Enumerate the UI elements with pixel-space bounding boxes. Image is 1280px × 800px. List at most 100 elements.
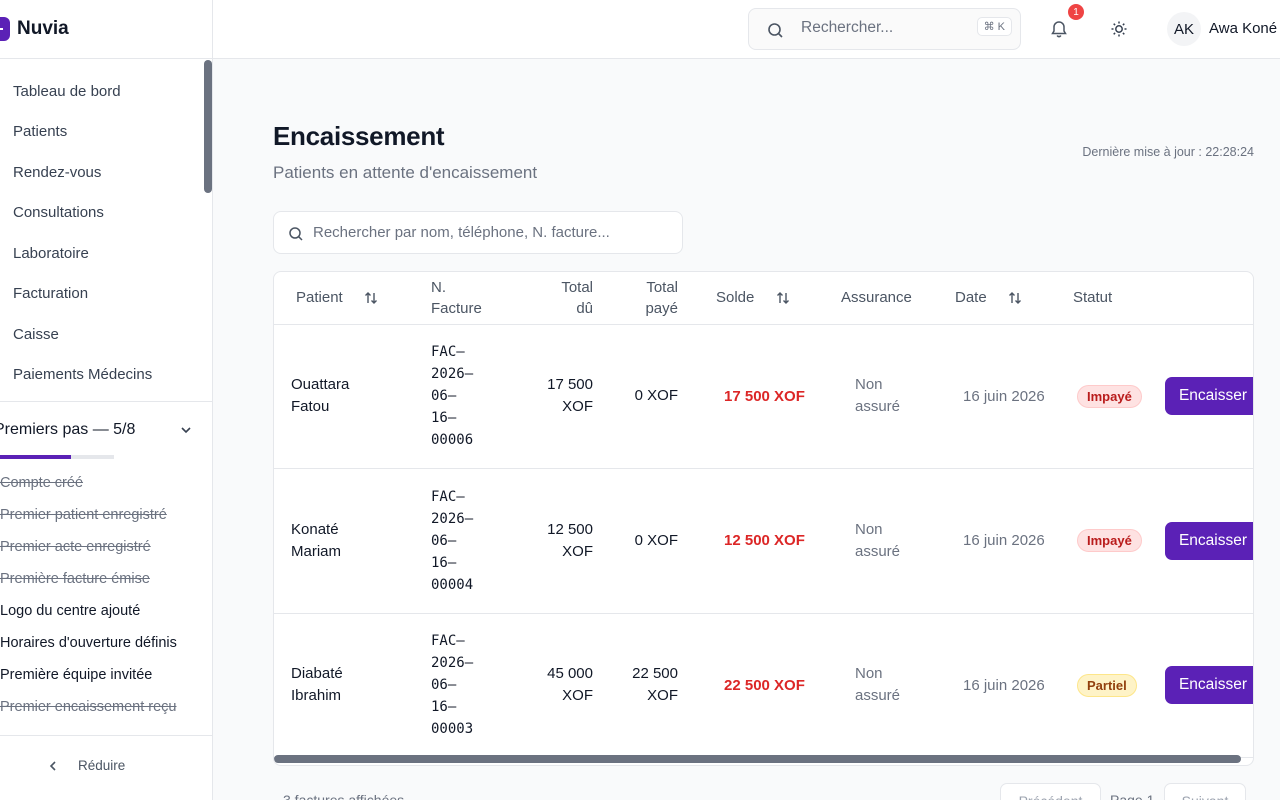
brand-logo-icon bbox=[0, 17, 10, 41]
sidebar-item-caisse[interactable]: Caisse bbox=[0, 314, 212, 355]
invoice-number-part: 00004 bbox=[431, 576, 474, 593]
balance-amount: 22 500 XOF bbox=[724, 676, 805, 694]
header-label: dû bbox=[576, 299, 593, 317]
onboarding-step[interactable]: Premier encaissement reçu bbox=[0, 696, 177, 728]
column-header-date[interactable]: Date bbox=[931, 272, 1053, 325]
bell-icon[interactable] bbox=[1049, 19, 1069, 39]
onboarding-step[interactable]: Horaires d'ouverture définis bbox=[0, 632, 177, 664]
onboarding-step[interactable]: Compte créé bbox=[0, 472, 177, 504]
last-update: Dernière mise à jour : 22:28:24 bbox=[1082, 145, 1254, 159]
sidebar-scrollbar[interactable] bbox=[204, 60, 212, 193]
onboarding-step[interactable]: Logo du centre ajouté bbox=[0, 600, 177, 632]
invoice-search[interactable] bbox=[273, 211, 683, 254]
next-page-button[interactable]: Suivant bbox=[1164, 783, 1246, 800]
search-icon bbox=[768, 23, 783, 38]
encaisser-button[interactable]: Encaisser bbox=[1165, 666, 1253, 705]
onboarding-steps: Compte créé Premier patient enregistré P… bbox=[0, 472, 177, 728]
sidebar-item-paiements-medecins[interactable]: Paiements Médecins bbox=[0, 355, 212, 396]
onboarding-step[interactable]: Première équipe invitée bbox=[0, 664, 177, 696]
cell-total-due: 12 500 XOF bbox=[511, 469, 593, 614]
cell-total-paid: 0 XOF bbox=[593, 469, 678, 614]
column-header-balance[interactable]: Solde bbox=[678, 272, 821, 325]
invoice-search-input[interactable] bbox=[313, 224, 673, 241]
invoice-number-part: 16– bbox=[431, 410, 457, 427]
page-indicator: Page 1 bbox=[1110, 792, 1155, 800]
invoice-number-part: 16– bbox=[431, 699, 457, 716]
cell-balance: 12 500 XOF bbox=[678, 469, 821, 614]
column-header-invoice: N. Facture bbox=[431, 272, 511, 325]
invoice-number-part: FAC– bbox=[431, 344, 465, 361]
total-due-part: 45 000 bbox=[547, 665, 593, 683]
table-header-row: Patient N. Facture Total dû Total payé Sold… bbox=[274, 272, 1253, 325]
cell-invoice: FAC– 2026– 06– 16– 00004 bbox=[431, 469, 511, 614]
invoice-number-part: FAC– bbox=[431, 488, 465, 505]
header-label: payé bbox=[645, 299, 678, 317]
column-header-actions bbox=[1153, 272, 1253, 325]
search-shortcut: ⌘ K bbox=[976, 17, 1012, 36]
onboarding-step[interactable]: Premier acte enregistré bbox=[0, 536, 177, 568]
insurance-part: Non bbox=[855, 520, 883, 538]
invoice-number-part: 00006 bbox=[431, 432, 474, 449]
collapse-label: Réduire bbox=[78, 758, 126, 773]
user-name[interactable]: Awa Koné bbox=[1209, 20, 1277, 37]
onboarding-step[interactable]: Premier patient enregistré bbox=[0, 504, 177, 536]
sidebar-item-rendez-vous[interactable]: Rendez-vous bbox=[0, 152, 212, 193]
topbar: ⌘ K 1 AK Awa Koné bbox=[213, 0, 1280, 59]
cell-date: 16 juin 2026 bbox=[963, 387, 1045, 405]
cell-total-paid: 22 500 XOF bbox=[593, 613, 678, 758]
cell-actions: Encaisser bbox=[1153, 613, 1253, 758]
cell-status: Impayé bbox=[1053, 469, 1153, 614]
sort-icon[interactable] bbox=[775, 290, 791, 306]
chevron-down-icon[interactable] bbox=[178, 422, 194, 438]
sun-icon[interactable] bbox=[1109, 19, 1129, 39]
sort-icon[interactable] bbox=[363, 290, 379, 306]
sort-icon[interactable] bbox=[1007, 290, 1023, 306]
column-header-status: Statut bbox=[1053, 272, 1153, 325]
table-row: Diabaté Ibrahim FAC– 2026– 06– 16– 00003 45 000… bbox=[274, 613, 1253, 758]
global-search[interactable]: ⌘ K bbox=[748, 8, 1021, 50]
invoice-number-part: FAC– bbox=[431, 633, 465, 650]
patient-last-name: Diabaté bbox=[291, 665, 343, 683]
cell-total-due: 45 000 XOF bbox=[511, 613, 593, 758]
global-search-input[interactable] bbox=[801, 19, 951, 37]
total-due-part: XOF bbox=[562, 542, 593, 560]
previous-page-button[interactable]: Précédent bbox=[1000, 783, 1101, 800]
collapse-sidebar-button[interactable]: Réduire bbox=[46, 758, 125, 773]
sidebar-divider bbox=[0, 401, 212, 402]
insurance-part: Non bbox=[855, 665, 883, 683]
invoice-number-part: 06– bbox=[431, 388, 457, 405]
brand[interactable]: Nuvia bbox=[0, 0, 212, 59]
cell-status: Impayé bbox=[1053, 324, 1153, 469]
sidebar-item-facturation[interactable]: Facturation bbox=[0, 274, 212, 315]
sidebar-item-patients[interactable]: Patients bbox=[0, 112, 212, 153]
avatar[interactable]: AK bbox=[1167, 12, 1201, 46]
header-label: N. bbox=[431, 278, 446, 296]
onboarding-title[interactable]: Premiers pas — 5/8 bbox=[0, 421, 135, 439]
page-subtitle: Patients en attente d'encaissement bbox=[273, 163, 538, 182]
onboarding-step[interactable]: Première facture émise bbox=[0, 568, 177, 600]
cell-invoice: FAC– 2026– 06– 16– 00006 bbox=[431, 324, 511, 469]
cell-balance: 17 500 XOF bbox=[678, 324, 821, 469]
table-horizontal-scrollbar[interactable] bbox=[274, 755, 1241, 763]
onboarding-progress-fill bbox=[0, 455, 72, 459]
sidebar-item-tableau-de-bord[interactable]: Tableau de bord bbox=[0, 71, 212, 112]
column-header-total-paid: Total payé bbox=[593, 272, 678, 325]
insurance-part: assuré bbox=[855, 398, 901, 416]
total-due-part: 12 500 bbox=[547, 520, 593, 538]
encaisser-button[interactable]: Encaisser bbox=[1165, 521, 1253, 560]
cell-insurance: Non assuré bbox=[821, 324, 931, 469]
column-header-patient[interactable]: Patient bbox=[274, 272, 431, 325]
cell-insurance: Non assuré bbox=[821, 613, 931, 758]
column-header-insurance: Assurance bbox=[821, 272, 931, 325]
patient-last-name: Konaté bbox=[291, 520, 339, 538]
total-due-part: XOF bbox=[562, 398, 593, 416]
sidebar-item-consultations[interactable]: Consultations bbox=[0, 193, 212, 234]
sidebar-divider bbox=[0, 735, 212, 736]
table-row: Ouattara Fatou FAC– 2026– 06– 16– 00006 17 500 X… bbox=[274, 324, 1253, 469]
chevron-left-icon bbox=[49, 760, 56, 771]
cell-date: 16 juin 2026 bbox=[963, 532, 1045, 550]
encaisser-button[interactable]: Encaisser bbox=[1165, 377, 1253, 416]
header-label: Total bbox=[646, 278, 678, 296]
onboarding-progress bbox=[0, 455, 114, 459]
sidebar-item-laboratoire[interactable]: Laboratoire bbox=[0, 233, 212, 274]
